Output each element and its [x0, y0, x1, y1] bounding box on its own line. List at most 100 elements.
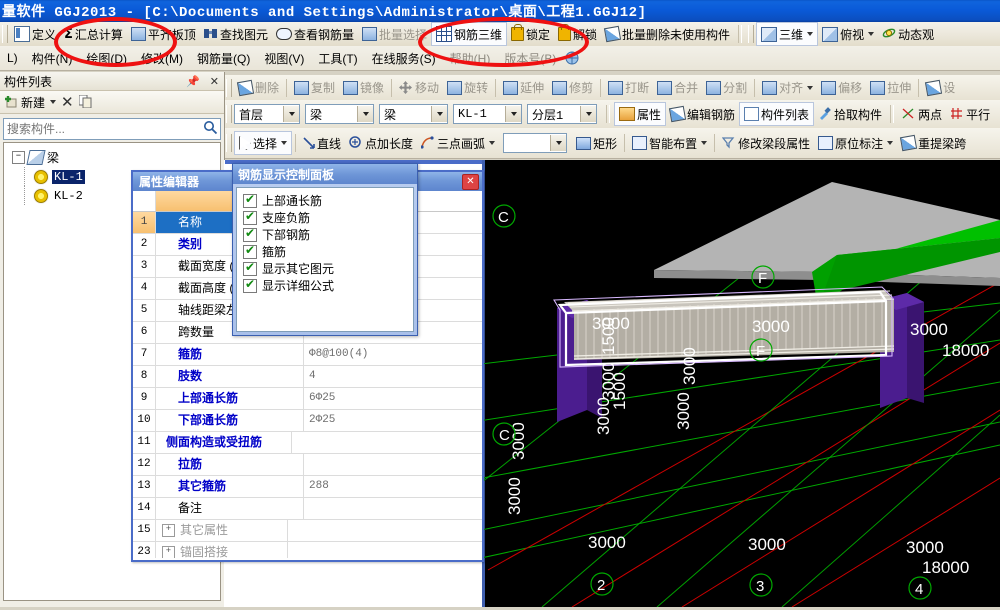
- row-value[interactable]: 2Φ25: [304, 410, 482, 431]
- rebar-option-top-through[interactable]: 上部通长筋: [243, 192, 413, 209]
- draw-blank-select[interactable]: [503, 133, 568, 153]
- chevron-down-icon[interactable]: [550, 135, 567, 151]
- checkbox-icon[interactable]: [243, 192, 257, 208]
- checkbox-icon[interactable]: [243, 243, 257, 259]
- chevron-down-icon[interactable]: [701, 141, 708, 145]
- property-row-14[interactable]: 14 备注: [133, 498, 482, 520]
- rebar-option-stirrup[interactable]: 箍筋: [243, 243, 413, 260]
- menu-item-draw[interactable]: 绘图(D): [79, 48, 134, 69]
- menu-item-version[interactable]: 版本号(B): [497, 48, 563, 69]
- edit-button-extend[interactable]: 延伸: [499, 77, 548, 99]
- chevron-down-icon[interactable]: [807, 85, 814, 90]
- edit-button-move[interactable]: 移动: [395, 77, 443, 99]
- chevron-down-icon[interactable]: [50, 100, 57, 104]
- copy-component-button[interactable]: [78, 94, 93, 109]
- row-value[interactable]: [292, 432, 482, 453]
- attr-button-parallel[interactable]: 平行: [946, 103, 994, 125]
- edit-button-mirror[interactable]: 镜像: [339, 77, 388, 99]
- property-row-9[interactable]: 9 上部通长筋 6Φ25: [133, 388, 482, 410]
- rebar-option-show-detailed-formula[interactable]: 显示详细公式: [243, 277, 413, 294]
- row-value[interactable]: [304, 498, 482, 519]
- chevron-down-icon-2[interactable]: [868, 32, 875, 36]
- edit-button-offset[interactable]: 偏移: [817, 77, 866, 99]
- tree-collapse-icon[interactable]: −: [12, 151, 25, 164]
- chevron-down-icon[interactable]: [283, 106, 299, 122]
- search-icon[interactable]: [200, 120, 220, 138]
- delete-component-button[interactable]: ✕: [61, 93, 74, 111]
- row-value[interactable]: 288: [304, 476, 482, 497]
- close-icon[interactable]: ✕: [205, 75, 224, 88]
- toolbar-button-dynamic-orbit[interactable]: 动态观: [878, 23, 938, 45]
- edit-button-align[interactable]: 对齐: [758, 77, 817, 99]
- property-row-23[interactable]: 23 + 锚固搭接: [133, 542, 482, 558]
- attr-button-edit-rebar[interactable]: 编辑钢筋: [666, 103, 739, 125]
- property-row-12[interactable]: 12 拉筋: [133, 454, 482, 476]
- edit-button-split[interactable]: 分割: [702, 77, 751, 99]
- toolbar-button-define[interactable]: 定义: [10, 23, 60, 45]
- floor-select[interactable]: 首层: [234, 104, 300, 124]
- draw-button-smart-layout[interactable]: 智能布置: [628, 132, 711, 154]
- edit-button-copy[interactable]: 复制: [290, 77, 339, 99]
- property-row-11[interactable]: 11 侧面构造或受扭筋: [133, 432, 482, 454]
- draw-button-re-extract-span[interactable]: 重提梁跨: [897, 132, 970, 154]
- property-row-7[interactable]: 7 箍筋 Φ8@100(4): [133, 344, 482, 366]
- toolbar-grip-2[interactable]: [748, 25, 755, 43]
- chevron-down-icon[interactable]: [357, 106, 373, 122]
- edit-toolbar-grip[interactable]: [226, 78, 232, 97]
- property-row-10[interactable]: 10 下部通长筋 2Φ25: [133, 410, 482, 432]
- edit-button-rotate[interactable]: 旋转: [443, 77, 492, 99]
- row-value[interactable]: [304, 454, 482, 475]
- toolbar-button-unlock[interactable]: 解锁: [554, 23, 601, 45]
- checkbox-icon[interactable]: [243, 226, 257, 242]
- toolbar-button-3d-view[interactable]: 三维: [756, 22, 819, 46]
- chevron-down-icon[interactable]: [807, 32, 814, 36]
- checkbox-icon[interactable]: [243, 277, 257, 293]
- row-value[interactable]: Φ8@100(4): [304, 344, 482, 365]
- menu-item-help[interactable]: 帮助(H): [443, 48, 498, 69]
- menu-item-rebar-amount[interactable]: 钢筋量(Q): [190, 48, 257, 69]
- chevron-down-icon[interactable]: [431, 106, 447, 122]
- edit-button-trim[interactable]: 修剪: [548, 77, 597, 99]
- rebar-option-support-negative[interactable]: 支座负筋: [243, 209, 413, 226]
- chevron-down-icon[interactable]: [489, 141, 496, 145]
- pin-icon[interactable]: 📌: [181, 75, 205, 88]
- toolbar-grip[interactable]: [2, 25, 8, 43]
- menu-item-online-service[interactable]: 在线服务(S): [365, 48, 443, 69]
- checkbox-icon[interactable]: [243, 209, 257, 225]
- draw-button-edit-beam-segment[interactable]: 修改梁段属性: [718, 132, 814, 154]
- property-row-15[interactable]: 15 + 其它属性: [133, 520, 482, 542]
- layer-select[interactable]: 分层1: [527, 104, 597, 124]
- attr-toolbar-grip[interactable]: [226, 105, 232, 123]
- toolbar-button-rebar-3d[interactable]: 钢筋三维: [430, 22, 507, 46]
- category-select[interactable]: 梁: [305, 104, 374, 124]
- type-select[interactable]: 梁: [379, 104, 448, 124]
- draw-toolbar-grip[interactable]: [226, 134, 232, 152]
- edit-button-stretch[interactable]: 拉伸: [866, 77, 915, 99]
- tree-node-beam[interactable]: − 梁: [4, 148, 220, 167]
- row-value[interactable]: [288, 520, 482, 541]
- help-globe-icon[interactable]: [565, 51, 579, 65]
- chevron-down-icon[interactable]: [887, 141, 894, 145]
- draw-button-rectangle[interactable]: 矩形: [572, 132, 621, 154]
- member-select[interactable]: KL-1: [453, 104, 522, 124]
- edit-button-break[interactable]: 打断: [604, 77, 653, 99]
- attr-button-pick-member[interactable]: 拾取构件: [814, 103, 886, 125]
- chevron-down-icon[interactable]: [281, 141, 288, 145]
- toolbar-button-batch-delete-unused[interactable]: 批量删除未使用构件: [601, 23, 734, 45]
- chevron-down-icon[interactable]: [580, 106, 596, 122]
- attr-button-property[interactable]: 属性: [614, 102, 667, 126]
- draw-button-select[interactable]: 选择: [234, 131, 293, 155]
- draw-button-in-situ-label[interactable]: 原位标注: [814, 132, 897, 154]
- menu-item-modify[interactable]: 修改(M): [134, 48, 190, 69]
- edit-button-delete[interactable]: 删除: [234, 77, 283, 99]
- menu-item-component[interactable]: 构件(N): [25, 48, 80, 69]
- rebar-option-show-other-elements[interactable]: 显示其它图元: [243, 260, 413, 277]
- toolbar-button-top-view[interactable]: 俯视: [818, 23, 878, 45]
- edit-button-merge[interactable]: 合并: [653, 77, 702, 99]
- draw-button-line[interactable]: 直线: [299, 132, 345, 154]
- rebar-option-bottom-rebar[interactable]: 下部钢筋: [243, 226, 413, 243]
- 3d-viewport[interactable]: C F 3000 1500 3000 3000 3000 3000 3000 1…: [482, 160, 1000, 607]
- property-row-13[interactable]: 13 其它箍筋 288: [133, 476, 482, 498]
- draw-button-three-point-arc[interactable]: 三点画弧: [417, 132, 499, 154]
- toolbar-button-lock[interactable]: 锁定: [507, 23, 554, 45]
